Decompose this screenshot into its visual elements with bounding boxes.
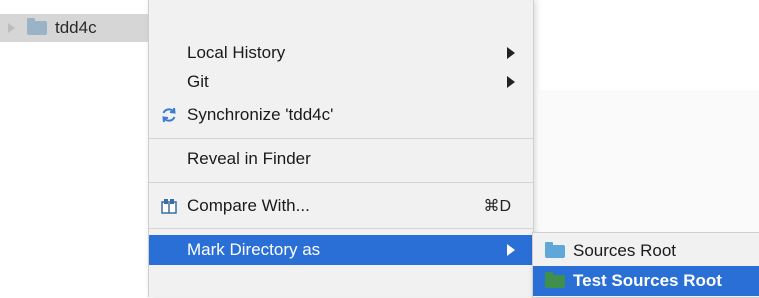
menu-item-label: Reveal in Finder — [187, 149, 311, 168]
submenu-arrow-icon — [507, 244, 515, 256]
submenu-item-test-sources-root[interactable]: Test Sources Root — [533, 266, 759, 296]
menu-separator — [149, 182, 533, 183]
submenu-arrow-icon — [507, 76, 515, 88]
shortcut-label: ⌘D — [483, 198, 511, 215]
mark-directory-submenu: Sources Root Test Sources Root — [532, 232, 759, 298]
submenu-item-label: Test Sources Root — [573, 271, 722, 290]
menu-item-label: Compare With... — [187, 196, 310, 215]
submenu-item-sources-root[interactable]: Sources Root — [533, 236, 759, 266]
menu-item-label: Mark Directory as — [187, 240, 321, 259]
compare-icon — [159, 196, 179, 216]
context-menu: Local History Git Synchronize 'tdd4c' Re… — [148, 0, 534, 297]
expand-arrow-icon[interactable] — [8, 23, 15, 33]
menu-item-mark-directory-as[interactable]: Mark Directory as — [149, 235, 533, 265]
menu-item-local-history[interactable]: Local History — [149, 38, 533, 68]
menu-item-label: Git — [187, 72, 209, 91]
background-panel — [540, 90, 759, 230]
folder-blue-icon — [545, 241, 565, 258]
folder-green-icon — [545, 271, 565, 288]
submenu-item-label: Sources Root — [573, 241, 676, 260]
sync-icon — [159, 105, 179, 125]
menu-item-label: Synchronize 'tdd4c' — [187, 105, 334, 124]
menu-item-reveal-in-finder[interactable]: Reveal in Finder — [149, 144, 533, 174]
submenu-arrow-icon — [507, 47, 515, 59]
menu-separator — [149, 138, 533, 139]
folder-icon — [27, 18, 47, 35]
menu-item-git[interactable]: Git — [149, 67, 533, 97]
menu-item-label: Local History — [187, 43, 286, 62]
project-tree: tdd4c — [0, 0, 150, 297]
menu-separator — [149, 228, 533, 229]
tree-item-tdd4c[interactable]: tdd4c — [0, 14, 150, 42]
menu-item-synchronize[interactable]: Synchronize 'tdd4c' — [149, 100, 533, 130]
menu-item-compare-with[interactable]: Compare With... ⌘D — [149, 191, 533, 221]
tree-item-label: tdd4c — [55, 18, 97, 37]
